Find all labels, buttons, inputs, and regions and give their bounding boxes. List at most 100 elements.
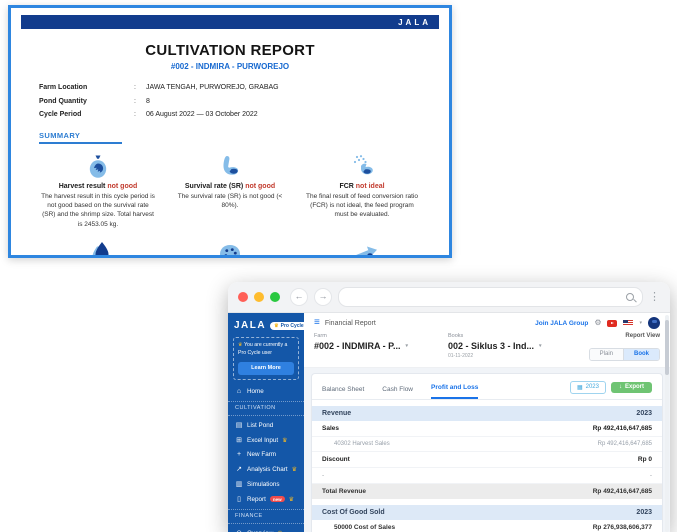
app-topbar: ≡ Financial Report Join JALA Group ⚙ ▾	[304, 313, 670, 331]
crown-icon: ♛	[282, 437, 287, 444]
simulation-icon: ▥	[235, 480, 243, 488]
chart-icon: ↗	[235, 465, 243, 473]
selector-row: Farm #002 - INDMIRA - P... ▾ Books 002 -…	[304, 331, 670, 368]
crown-icon: ♛	[238, 342, 243, 348]
farm-value: #002 - INDMIRA - P...	[314, 341, 401, 351]
crown-icon: ♛	[292, 466, 297, 473]
field-cycle-period: Cycle Period : 06 August 2022 — 03 Octob…	[39, 111, 449, 118]
chevron-down-icon: ▾	[539, 343, 542, 349]
table-row[interactable]: 50000 Cost of Sales Rp 276,938,606,377	[312, 520, 662, 532]
status-text: not good	[245, 183, 275, 190]
sidebar-item-excel-input[interactable]: ⊞ Excel Input ♛	[228, 433, 304, 448]
year-column-header: 2023	[636, 410, 652, 417]
report-fields: Farm Location : JAWA TENGAH, PURWOREJO, …	[39, 84, 449, 118]
table-section-header-revenue: Revenue 2023	[312, 406, 662, 421]
table-row[interactable]: Sales Rp 492,416,647,685	[312, 421, 662, 437]
shrimp-icon	[167, 152, 293, 179]
summary-title: Survival rate (SR) not good	[167, 183, 293, 190]
sidebar-item-analysis-chart[interactable]: ↗ Analysis Chart ♛	[228, 462, 304, 477]
books-label: Books	[448, 333, 542, 339]
report-view-label: Report View	[589, 333, 660, 339]
feed-shrimp-icon	[299, 152, 425, 179]
minimize-window-button[interactable]	[254, 292, 264, 302]
summary-description: The survival rate (SR) is not good (< 80…	[167, 192, 293, 211]
pond-list-icon: ▤	[235, 421, 243, 429]
sidebar-item-new-farm[interactable]: + New Farm	[228, 448, 304, 462]
gear-icon[interactable]: ⚙	[594, 319, 601, 327]
app-scrollbar[interactable]	[665, 315, 669, 532]
chevron-down-icon: ▾	[639, 320, 642, 326]
browser-window: ← → ⋮ JALA ♛ Pro Cycle ♛ You are current…	[228, 282, 670, 532]
chevron-down-icon: ▾	[406, 343, 409, 349]
browser-menu-icon[interactable]: ⋮	[649, 292, 660, 303]
main-area: ≡ Financial Report Join JALA Group ⚙ ▾ F…	[304, 313, 670, 532]
join-jala-group-link[interactable]: Join JALA Group	[535, 320, 588, 327]
report-title: CULTIVATION REPORT	[11, 42, 449, 59]
address-bar[interactable]	[338, 287, 643, 307]
books-date: 01-11-2022	[448, 353, 542, 359]
sidebar: JALA ♛ Pro Cycle ♛ You are currently a P…	[228, 313, 304, 532]
maximize-window-button[interactable]	[270, 292, 280, 302]
back-icon[interactable]: ←	[290, 288, 308, 306]
menu-icon[interactable]: ≡	[314, 318, 320, 328]
money-bag-icon	[35, 152, 161, 179]
excel-icon: ⊞	[235, 436, 243, 444]
year-filter-button[interactable]: ▦ 2023	[570, 381, 606, 394]
scrollbar-thumb[interactable]	[665, 320, 669, 375]
field-farm-location-value: JAWA TENGAH, PURWOREJO, GRABAG	[146, 84, 279, 91]
document-header-bar: JALA	[21, 15, 439, 29]
field-pond-quantity-value: 8	[146, 98, 150, 105]
sidebar-item-simulations[interactable]: ▥ Simulations	[228, 477, 304, 492]
growth-arrow-icon	[295, 239, 425, 258]
summary-description: The harvest result in this cycle period …	[35, 192, 161, 230]
sidebar-item-list-pond[interactable]: ▤ List Pond	[228, 418, 304, 433]
table-row[interactable]: Discount Rp 0	[312, 452, 662, 468]
report-view-toggle-group: Report View Plain Book	[589, 333, 660, 361]
tab-profit-and-loss[interactable]: Profit and Loss	[431, 384, 478, 399]
view-option-book[interactable]: Book	[624, 349, 659, 360]
water-drop-icon	[35, 239, 165, 258]
crown-icon: ♛	[289, 496, 294, 503]
youtube-icon[interactable]	[607, 320, 617, 327]
farm-label: Farm	[314, 333, 434, 339]
topbar-actions: Join JALA Group ⚙ ▾	[535, 317, 660, 329]
window-controls	[238, 292, 280, 302]
new-badge: new	[270, 496, 285, 502]
avatar[interactable]	[648, 317, 660, 329]
tab-balance-sheet[interactable]: Balance Sheet	[322, 386, 364, 399]
pro-cycle-notice: ♛ You are currently a Pro Cycle user Lea…	[233, 337, 299, 380]
table-total-row-revenue: Total Revenue Rp 492,416,647,685	[312, 484, 662, 499]
view-toggle: Plain Book	[589, 348, 660, 361]
language-flag-icon[interactable]	[623, 320, 633, 326]
tab-cash-flow[interactable]: Cash Flow	[382, 386, 413, 399]
summary-heading: SUMMARY	[39, 131, 122, 144]
search-icon	[626, 293, 634, 301]
table-section-header-cogs: Cost Of Good Sold 2023	[312, 505, 662, 520]
field-cycle-period-value: 06 August 2022 — 03 October 2022	[146, 111, 258, 118]
summary-description: The final result of feed conversion rati…	[299, 192, 425, 220]
farm-selector[interactable]: Farm #002 - INDMIRA - P... ▾	[314, 333, 434, 351]
sidebar-section-finance: FINANCE	[228, 509, 304, 524]
sidebar-item-overview[interactable]: ⊙ Overview ♛	[228, 526, 304, 532]
status-text: not ideal	[356, 183, 385, 190]
browser-chrome: ← → ⋮	[228, 282, 670, 313]
sidebar-brand-row: JALA ♛ Pro Cycle	[228, 313, 304, 335]
year-column-header: 2023	[636, 509, 652, 516]
tab-actions: ▦ 2023 ↓ Export	[570, 381, 652, 399]
view-option-plain[interactable]: Plain	[590, 349, 624, 360]
jala-logo: JALA	[398, 18, 431, 27]
table-row[interactable]: 40302 Harvest Sales Rp 492,416,647,685	[312, 437, 662, 452]
status-text: not good	[107, 183, 137, 190]
shrimp-cluster-icon	[165, 239, 295, 258]
learn-more-button[interactable]: Learn More	[238, 362, 294, 375]
report-subtitle: #002 - INDMIRA - PURWOREJO	[11, 62, 449, 71]
close-window-button[interactable]	[238, 292, 248, 302]
export-button[interactable]: ↓ Export	[611, 382, 652, 393]
sidebar-item-home[interactable]: ⌂ Home	[228, 385, 304, 399]
books-value: 002 - Siklus 3 - Ind...	[448, 341, 534, 351]
books-selector[interactable]: Books 002 - Siklus 3 - Ind... ▾ 01-11-20…	[448, 333, 542, 359]
forward-icon[interactable]: →	[314, 288, 332, 306]
field-pond-quantity: Pond Quantity : 8	[39, 98, 449, 105]
page-title: Financial Report	[325, 320, 376, 327]
sidebar-item-report[interactable]: ▯ Report new ♛	[228, 492, 304, 507]
